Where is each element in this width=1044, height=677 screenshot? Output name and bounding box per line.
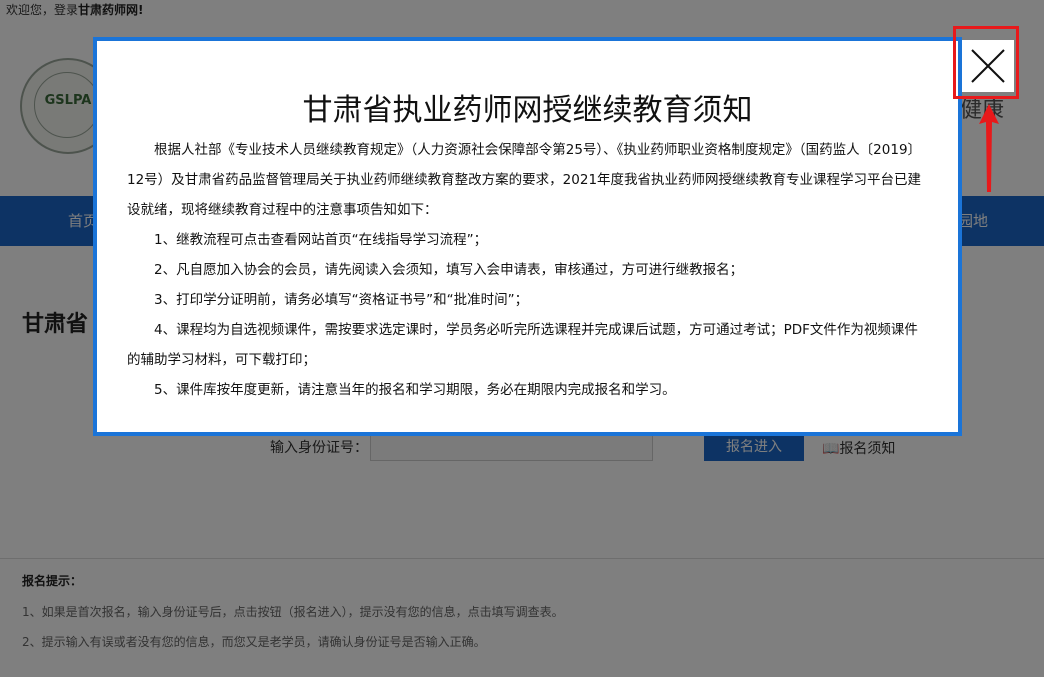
notice-modal: 甘肃省执业药师网授继续教育须知 根据人社部《专业技术人员继续教育规定》（人力资源… xyxy=(93,37,962,436)
modal-intro: 根据人社部《专业技术人员继续教育规定》（人力资源社会保障部令第25号）、《执业药… xyxy=(127,142,922,218)
close-highlight-box xyxy=(953,26,1019,99)
modal-title: 甘肃省执业药师网授继续教育须知 xyxy=(302,93,753,128)
arrow-up-icon xyxy=(979,104,999,192)
modal-item: 3、打印学分证明前，请务必填写“资格证书号”和“批准时间”； xyxy=(154,292,529,308)
modal-item: 2、凡自愿加入协会的会员，请先阅读入会须知，填写入会申请表，审核通过，方可进行继… xyxy=(154,262,744,278)
modal-item: 4、课程均为自选视频课件，需按要求选定课时，学员务必听完所选课程并完成课后试题，… xyxy=(127,322,918,368)
modal-body: 根据人社部《专业技术人员继续教育规定》（人力资源社会保障部令第25号）、《执业药… xyxy=(127,135,927,405)
modal-item: 1、继教流程可点击查看网站首页“在线指导学习流程”； xyxy=(154,232,488,248)
modal-item: 5、课件库按年度更新，请注意当年的报名和学习期限，务必在期限内完成报名和学习。 xyxy=(154,382,676,398)
